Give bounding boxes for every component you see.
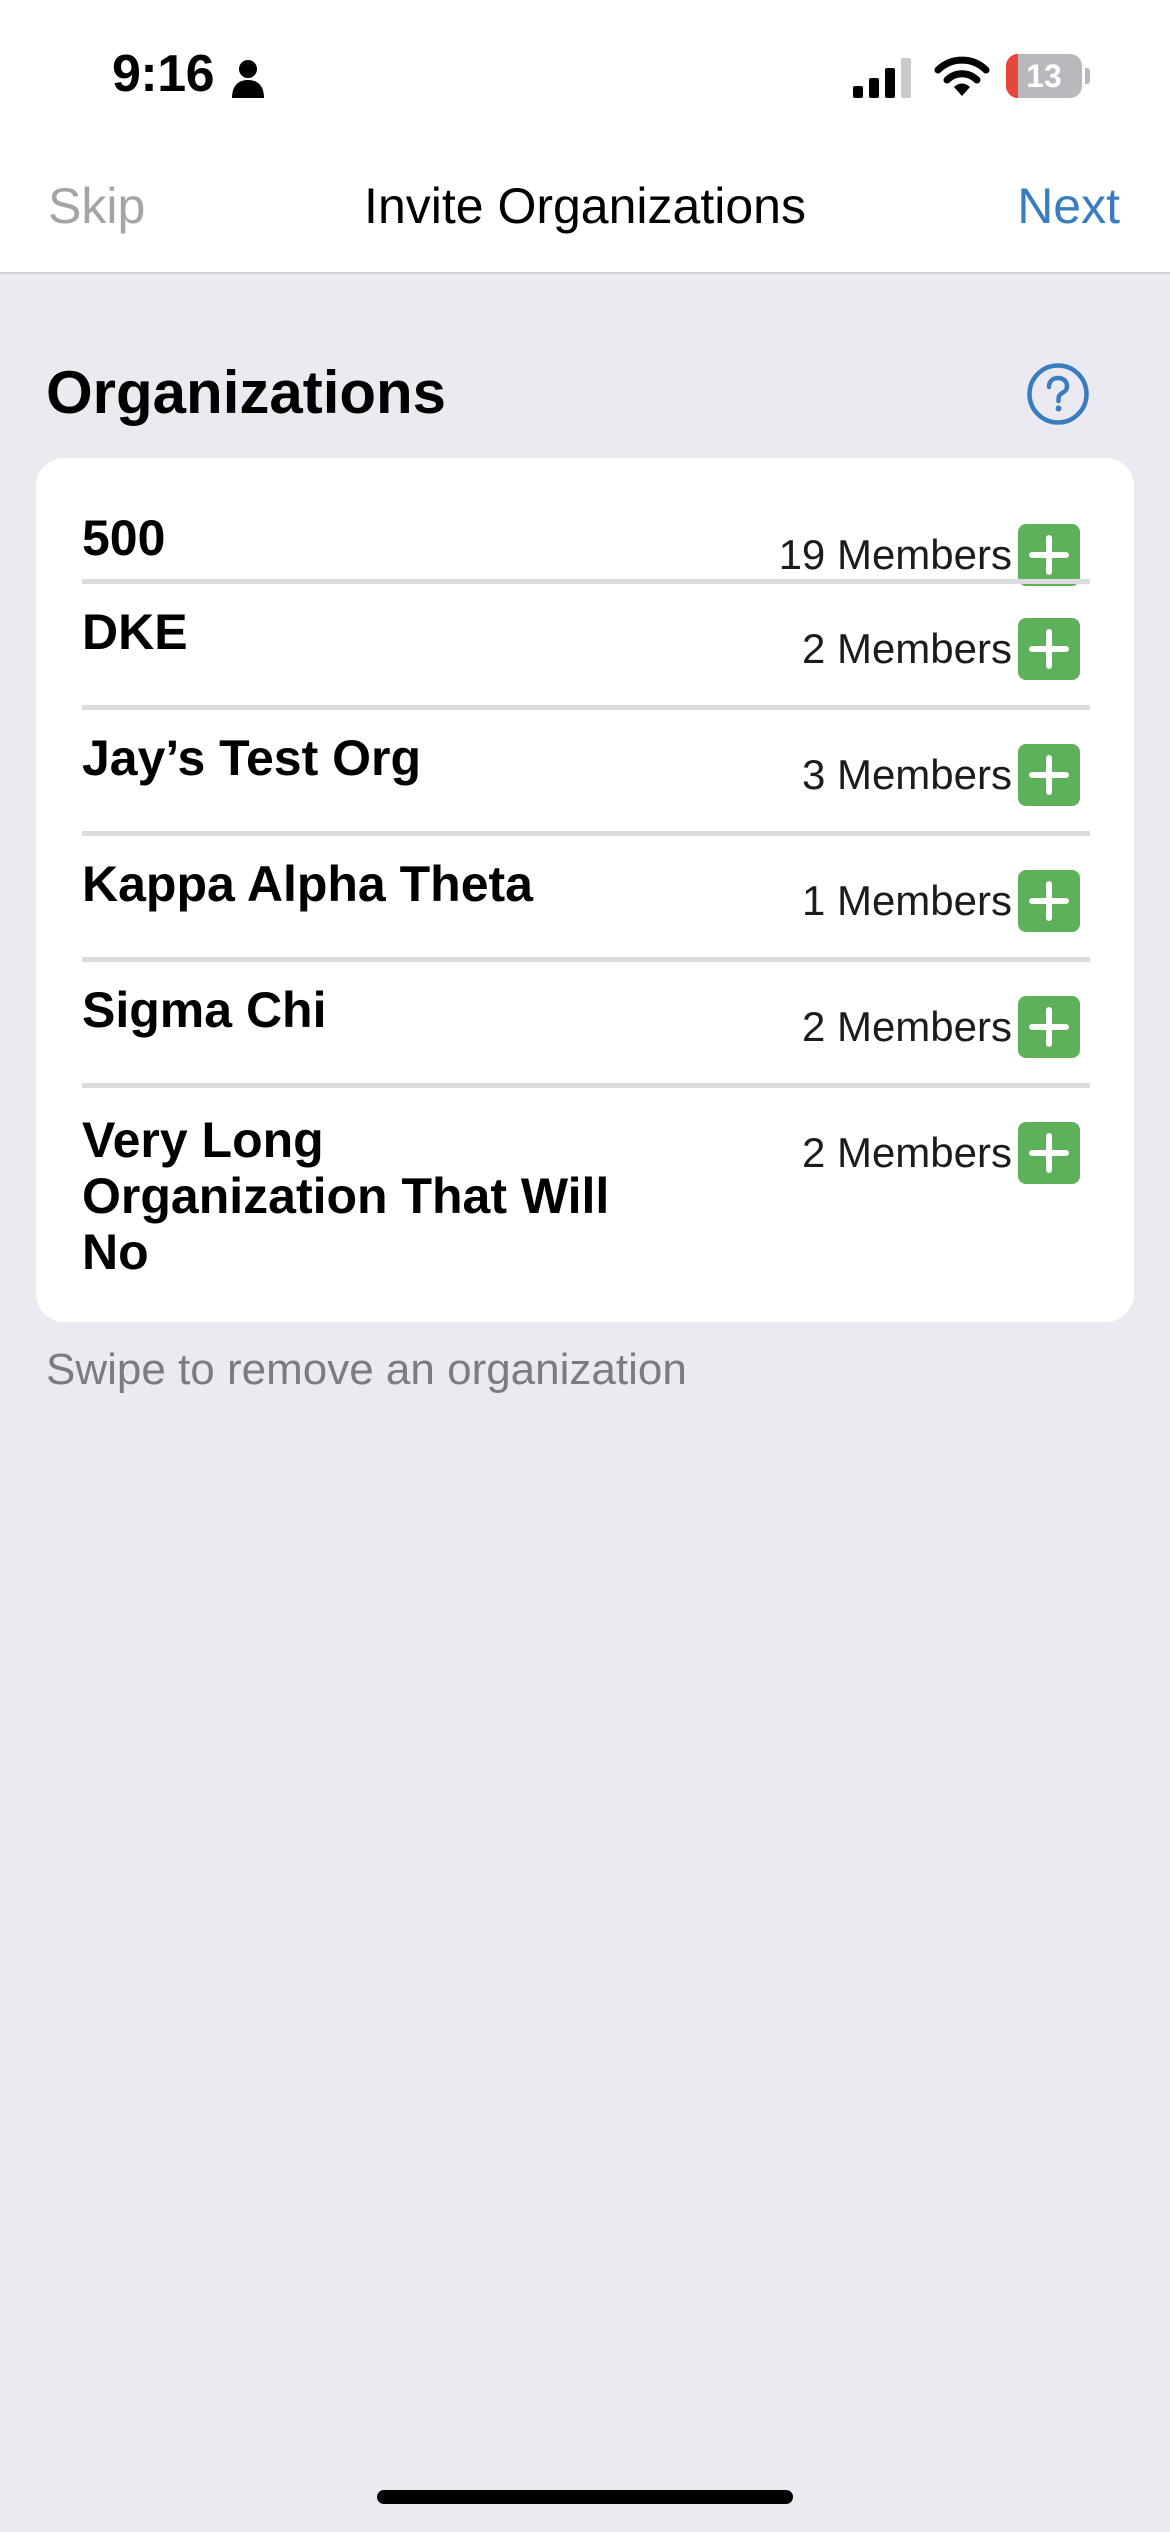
member-count: 19 Members	[778, 531, 1012, 578]
home-indicator[interactable]	[377, 2490, 793, 2504]
plus-icon	[1029, 1133, 1069, 1173]
list-item[interactable]: Very Long Organization That Will No 2 Me…	[82, 1088, 1090, 1280]
list-item[interactable]: Sigma Chi 2 Members	[82, 962, 1090, 1088]
list-item[interactable]: 500 19 Members	[82, 458, 1090, 586]
section-title: Organizations	[46, 359, 447, 426]
next-button[interactable]: Next	[1017, 177, 1120, 235]
member-count: 1 Members	[801, 877, 1012, 924]
organization-name: DKE	[82, 604, 188, 660]
signal-icon	[853, 58, 911, 98]
add-organization-button[interactable]	[1018, 996, 1080, 1058]
member-count: 2 Members	[801, 625, 1012, 672]
list-item[interactable]: Jay’s Test Org 3 Members	[82, 710, 1090, 836]
page-title: Invite Organizations	[364, 178, 806, 234]
organizations-list: 500 19 Members DKE 2 Members Jay’s Test …	[36, 458, 1134, 1322]
wifi-icon	[934, 56, 990, 96]
member-count: 3 Members	[801, 751, 1012, 798]
member-count: 2 Members	[801, 1003, 1012, 1050]
add-organization-button[interactable]	[1018, 524, 1080, 586]
list-item[interactable]: DKE 2 Members	[82, 584, 1090, 710]
member-count: 2 Members	[801, 1129, 1012, 1176]
status-time: 9:16	[112, 45, 215, 103]
add-organization-button[interactable]	[1018, 1122, 1080, 1184]
plus-icon	[1029, 755, 1069, 795]
organization-name: Sigma Chi	[82, 982, 327, 1038]
status-bar: 9:16 13	[0, 0, 1170, 155]
navigation-bar: Skip Invite Organizations Next	[0, 155, 1170, 274]
add-organization-button[interactable]	[1018, 618, 1080, 680]
plus-icon	[1029, 881, 1069, 921]
organization-name: Kappa Alpha Theta	[82, 856, 533, 912]
organization-name: 500	[82, 510, 166, 566]
add-organization-button[interactable]	[1018, 870, 1080, 932]
person-icon	[232, 60, 264, 98]
skip-button[interactable]: Skip	[48, 177, 145, 235]
plus-icon	[1029, 1007, 1069, 1047]
add-organization-button[interactable]	[1018, 744, 1080, 806]
organization-name: Jay’s Test Org	[82, 730, 422, 786]
plus-icon	[1029, 629, 1069, 669]
battery-level: 13	[1026, 58, 1062, 94]
organization-name: Very Long Organization That Will No	[82, 1112, 610, 1280]
battery-icon: 13	[1006, 54, 1090, 98]
plus-icon	[1029, 535, 1069, 575]
list-item[interactable]: Kappa Alpha Theta 1 Members	[82, 836, 1090, 962]
swipe-hint: Swipe to remove an organization	[46, 1345, 687, 1394]
question-circle-icon[interactable]	[1026, 362, 1090, 426]
